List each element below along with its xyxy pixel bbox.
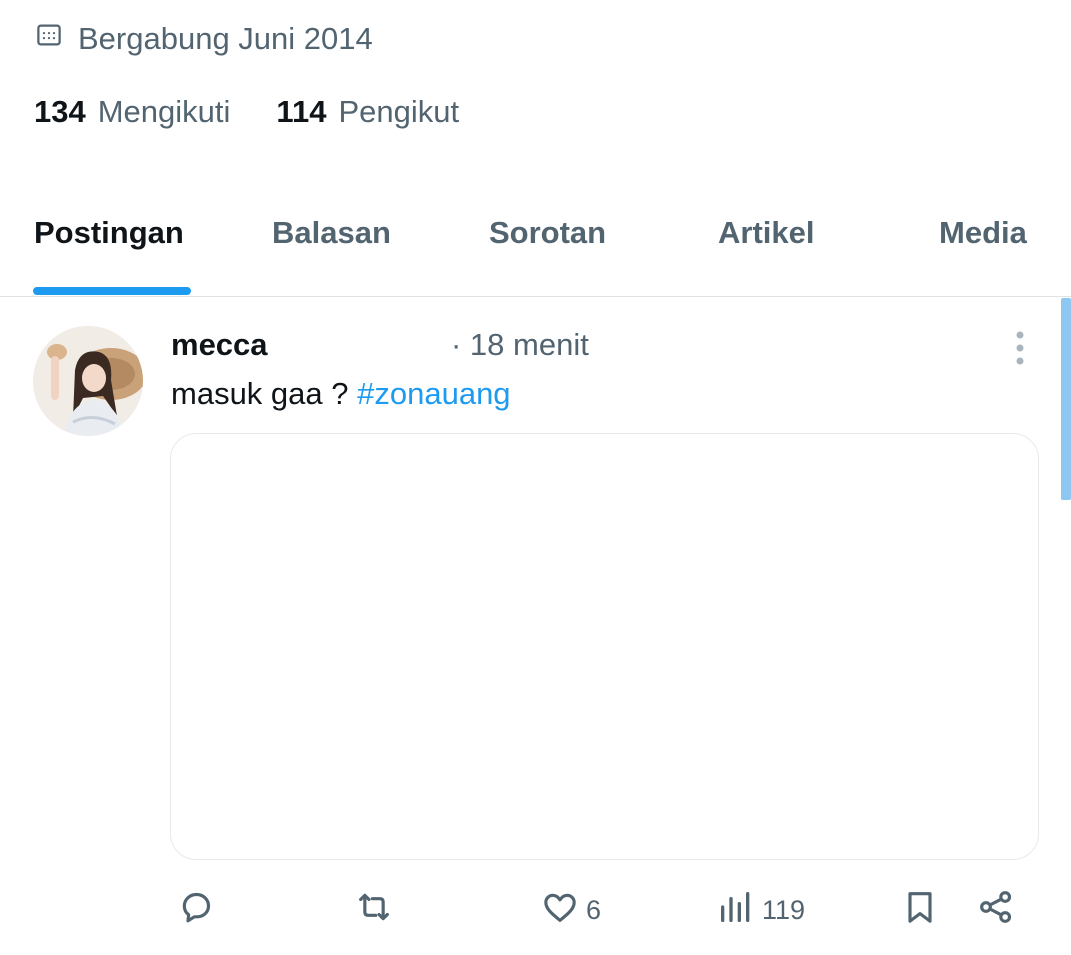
hashtag-link[interactable]: #zonauang bbox=[357, 376, 510, 411]
post-body: masuk gaa ? bbox=[171, 376, 349, 411]
following-count: 134 bbox=[34, 94, 86, 129]
reply-icon bbox=[176, 887, 216, 934]
followers-count: 114 bbox=[276, 94, 327, 129]
tab-artikel[interactable]: Artikel bbox=[718, 215, 814, 251]
joined-text: Bergabung Juni 2014 bbox=[78, 21, 373, 56]
scrollbar[interactable] bbox=[1061, 298, 1071, 500]
repost-button[interactable] bbox=[354, 885, 394, 935]
profile-tabs: Postingan Balasan Sorotan Artikel Media bbox=[0, 195, 1071, 297]
heart-icon bbox=[540, 887, 580, 934]
calendar-icon bbox=[34, 20, 64, 58]
bookmark-button[interactable] bbox=[900, 885, 940, 935]
more-vertical-icon[interactable] bbox=[1014, 329, 1026, 367]
tab-balasan[interactable]: Balasan bbox=[272, 215, 391, 251]
tab-postingan[interactable]: Postingan bbox=[34, 215, 184, 251]
joined-date: Bergabung Juni 2014 bbox=[34, 20, 373, 58]
views-icon bbox=[716, 887, 756, 934]
follow-stats: 134 Mengikuti 114 Pengikut bbox=[34, 94, 459, 130]
views-count: 119 bbox=[762, 894, 806, 925]
post-media[interactable] bbox=[170, 433, 1039, 860]
following-link[interactable]: 134 Mengikuti bbox=[34, 94, 230, 130]
post-actions: 6 119 bbox=[0, 885, 1071, 937]
like-count: 6 bbox=[586, 894, 602, 925]
share-button[interactable] bbox=[976, 885, 1016, 935]
active-tab-indicator bbox=[33, 287, 191, 295]
share-icon bbox=[976, 887, 1016, 934]
tab-sorotan[interactable]: Sorotan bbox=[489, 215, 606, 251]
avatar[interactable] bbox=[33, 326, 143, 436]
followers-label: Pengikut bbox=[338, 94, 460, 129]
tab-media[interactable]: Media bbox=[939, 215, 1027, 251]
like-button[interactable]: 6 bbox=[540, 885, 601, 935]
post-timestamp[interactable]: · 18 menit bbox=[451, 327, 589, 363]
post-header: mecca · 18 menit bbox=[171, 327, 1051, 367]
post-text: masuk gaa ? #zonauang bbox=[171, 376, 511, 412]
reply-button[interactable] bbox=[176, 885, 216, 935]
views-button[interactable]: 119 bbox=[716, 885, 805, 935]
repost-icon bbox=[354, 887, 394, 934]
followers-link[interactable]: 114 Pengikut bbox=[276, 94, 459, 130]
post-author-name[interactable]: mecca bbox=[171, 327, 268, 363]
bookmark-icon bbox=[900, 887, 940, 934]
following-label: Mengikuti bbox=[97, 94, 231, 129]
